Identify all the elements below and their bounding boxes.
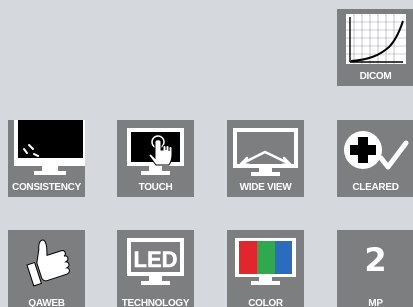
touch-label: TOUCH [138, 182, 173, 193]
led-icon-text: LED [134, 247, 178, 272]
qaweb-badge: QAWEB [8, 230, 85, 307]
cleared-badge: CLEARED [337, 120, 413, 197]
qaweb-label: QAWEB [28, 298, 65, 307]
led-monitor-icon: LED [127, 238, 184, 285]
led-technology-badge: LED TECHNOLOGY [117, 230, 194, 307]
wide-view-badge: WIDE VIEW [227, 120, 304, 197]
medical-cross-check-icon [344, 131, 409, 170]
rgb-color-monitor-icon [235, 238, 296, 285]
wide-view-label: WIDE VIEW [239, 182, 292, 193]
megapixel-label: MP [368, 298, 383, 307]
badge-panel: { "tiles": [ {"id": "dicom", "label": "D… [0, 0, 413, 307]
color-badge: COLOR [227, 230, 304, 307]
consistency-badge: CONSISTENCY [8, 120, 85, 197]
cleared-label: CLEARED [352, 182, 399, 193]
touch-badge: TOUCH [117, 120, 194, 197]
thumbs-up-icon [26, 239, 70, 287]
monitor-consistency-icon [14, 120, 85, 175]
consistency-label: CONSISTENCY [12, 182, 81, 193]
dicom-badge: DICOM [337, 9, 413, 86]
dicom-label: DICOM [359, 71, 392, 82]
megapixel-value: 2 [364, 241, 387, 279]
technology-label: TECHNOLOGY [121, 298, 190, 307]
dicom-curve-chart-icon [346, 14, 406, 64]
touch-monitor-icon [127, 128, 184, 175]
megapixel-badge: 2 MP [337, 230, 413, 307]
color-label: COLOR [248, 298, 283, 307]
wide-view-monitor-icon [233, 128, 298, 176]
